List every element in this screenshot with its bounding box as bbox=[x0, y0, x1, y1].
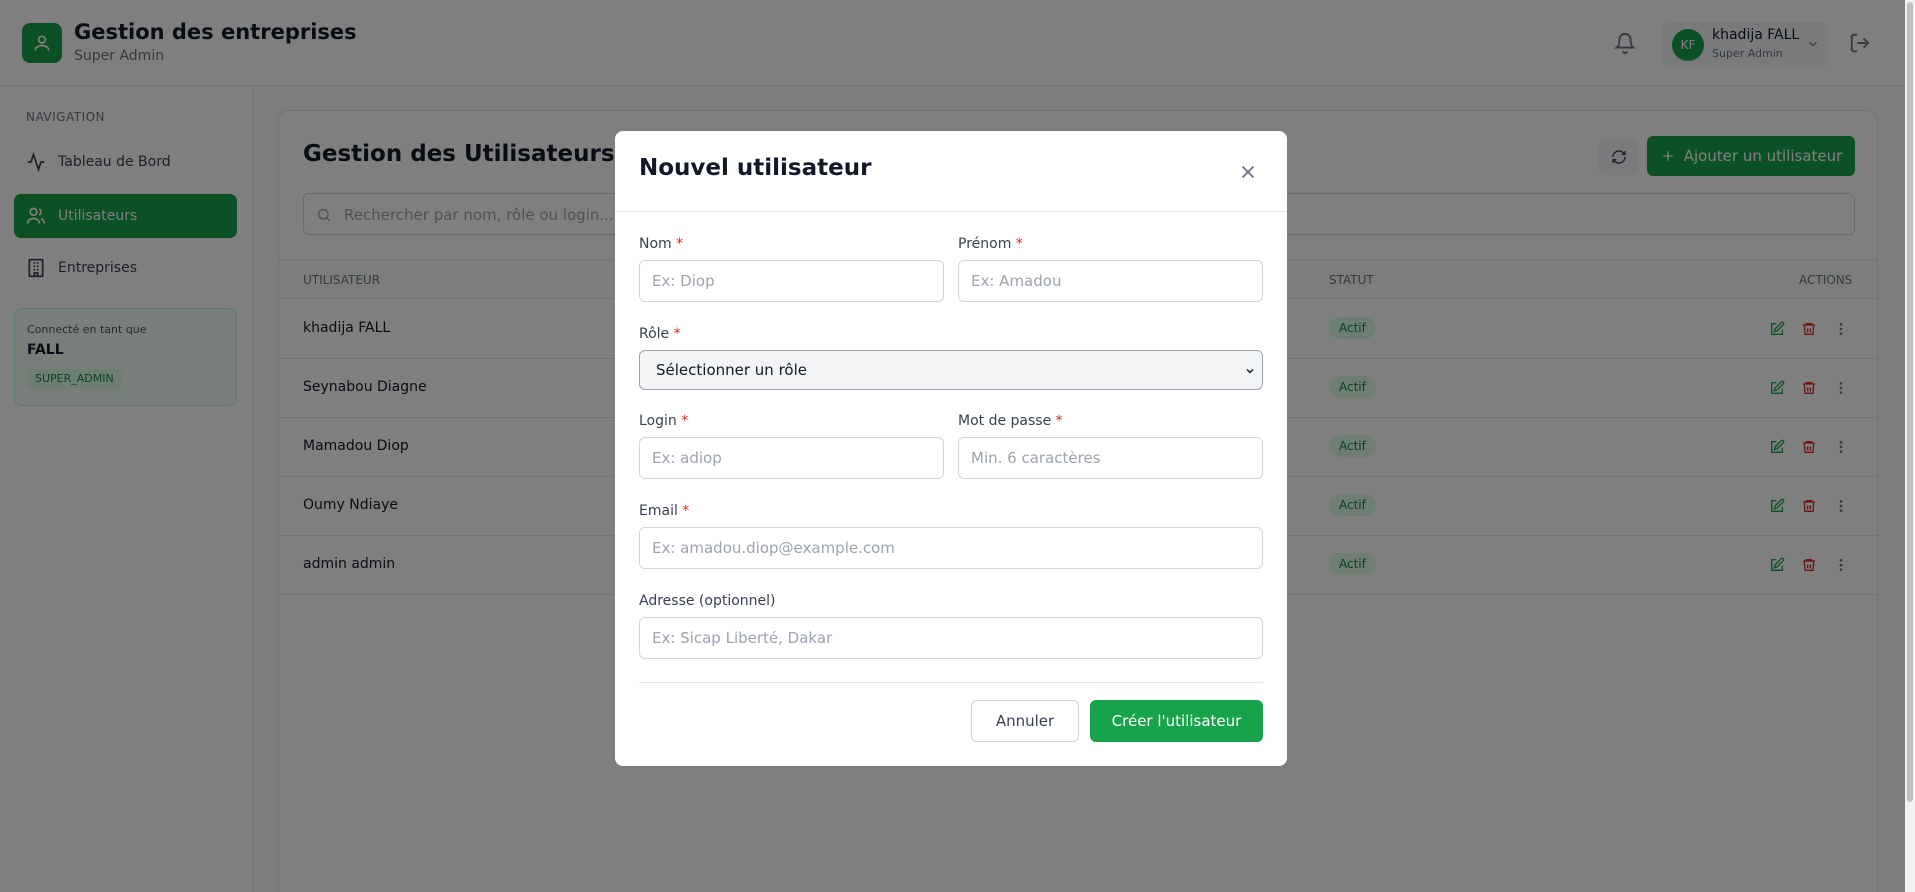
cancel-button[interactable]: Annuler bbox=[971, 700, 1079, 742]
prenom-placeholder: Ex: Amadou bbox=[971, 272, 1062, 290]
scrollbar-thumb[interactable] bbox=[1907, 2, 1913, 802]
prenom-label: Prénom * bbox=[958, 236, 1023, 252]
login-placeholder: Ex: adiop bbox=[652, 449, 722, 467]
footer-divider bbox=[639, 682, 1263, 683]
chevron-down-icon bbox=[1246, 368, 1254, 374]
password-placeholder: Min. 6 caractères bbox=[971, 449, 1101, 467]
login-field[interactable]: Ex: adiop bbox=[639, 437, 944, 479]
login-label: Login * bbox=[639, 413, 689, 429]
role-label: Rôle * bbox=[639, 326, 681, 342]
nom-placeholder: Ex: Diop bbox=[652, 272, 715, 290]
password-label: Mot de passe * bbox=[958, 413, 1063, 429]
adresse-field[interactable]: Ex: Sicap Liberté, Dakar bbox=[639, 617, 1263, 659]
nom-label: Nom * bbox=[639, 236, 684, 252]
adresse-placeholder: Ex: Sicap Liberté, Dakar bbox=[652, 629, 833, 647]
email-field[interactable]: Ex: amadou.diop@example.com bbox=[639, 527, 1263, 569]
email-placeholder: Ex: amadou.diop@example.com bbox=[652, 539, 895, 557]
nom-field[interactable]: Ex: Diop bbox=[639, 260, 944, 302]
email-label: Email * bbox=[639, 503, 690, 519]
role-selected-value: Sélectionner un rôle bbox=[656, 361, 807, 379]
prenom-field[interactable]: Ex: Amadou bbox=[958, 260, 1263, 302]
close-icon[interactable] bbox=[1237, 161, 1259, 183]
create-user-button[interactable]: Créer l'utilisateur bbox=[1090, 700, 1263, 742]
adresse-label: Adresse (optionnel) bbox=[639, 593, 776, 609]
password-field[interactable]: Min. 6 caractères bbox=[958, 437, 1263, 479]
modal-divider bbox=[615, 211, 1287, 212]
page-scrollbar[interactable] bbox=[1905, 0, 1915, 892]
role-select[interactable]: Sélectionner un rôle bbox=[639, 350, 1263, 390]
new-user-modal: Nouvel utilisateur Nom * Ex: Diop Prénom… bbox=[615, 131, 1287, 766]
modal-title: Nouvel utilisateur bbox=[639, 155, 872, 181]
